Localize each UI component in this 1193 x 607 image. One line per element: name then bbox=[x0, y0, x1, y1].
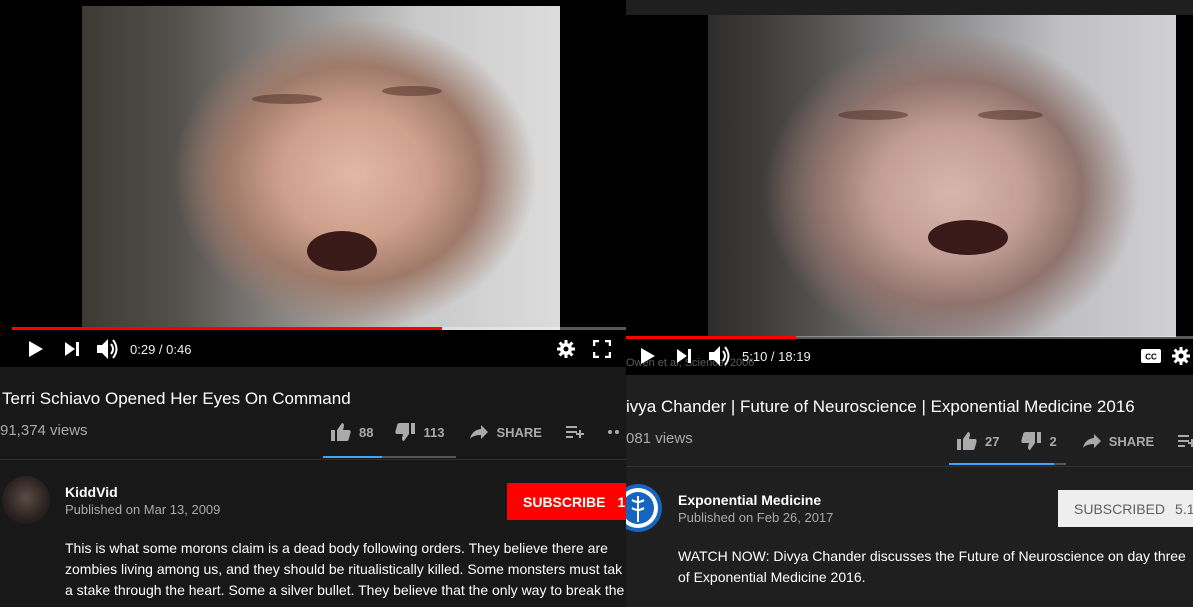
settings-button[interactable] bbox=[1169, 338, 1193, 374]
share-button[interactable]: SHARE bbox=[470, 425, 542, 440]
publish-date: Published on Feb 26, 2017 bbox=[678, 510, 834, 525]
like-count: 27 bbox=[985, 433, 1000, 449]
subscriber-count: 1K bbox=[617, 493, 626, 510]
video-description: WATCH NOW: Divya Chander discusses the F… bbox=[678, 548, 1186, 585]
player-controls: 5:10 / 18:19 CC bbox=[626, 338, 1193, 374]
share-label: SHARE bbox=[1108, 433, 1155, 449]
action-bar: 27 2 SHARE bbox=[957, 432, 1193, 450]
dislike-count: 2 bbox=[1049, 433, 1057, 449]
thumbs-down-icon bbox=[395, 423, 416, 441]
skip-next-icon bbox=[677, 349, 691, 363]
dislike-button[interactable]: 2 bbox=[1021, 432, 1057, 450]
right-video-page: Owen et al, Science, 2006 5:10 / 18:19 C… bbox=[626, 0, 1193, 607]
more-actions-button[interactable] bbox=[607, 430, 626, 434]
share-icon bbox=[1082, 434, 1101, 448]
like-count: 88 bbox=[359, 424, 374, 440]
face-mouth bbox=[928, 220, 1008, 255]
mute-button[interactable] bbox=[90, 331, 126, 367]
avatar[interactable] bbox=[626, 484, 662, 532]
subscribe-label: SUBSCRIBED bbox=[1074, 500, 1166, 517]
more-icon bbox=[607, 430, 619, 434]
next-button[interactable] bbox=[666, 338, 702, 374]
fullscreen-button[interactable] bbox=[584, 331, 620, 367]
sentiment-like-portion bbox=[949, 463, 1055, 465]
sentiment-bar bbox=[323, 456, 456, 458]
thumbs-up-icon bbox=[957, 432, 977, 450]
publish-date: Published on Mar 13, 2009 bbox=[65, 502, 221, 517]
share-icon bbox=[470, 425, 489, 439]
play-icon bbox=[641, 348, 655, 364]
volume-icon bbox=[709, 346, 730, 366]
dislike-count: 113 bbox=[423, 424, 445, 440]
like-button[interactable]: 27 bbox=[957, 432, 999, 450]
play-icon bbox=[29, 341, 43, 357]
progress-bar[interactable] bbox=[12, 327, 626, 330]
captions-icon: CC bbox=[1141, 349, 1161, 363]
progress-played bbox=[12, 327, 442, 330]
divider bbox=[626, 466, 1193, 467]
sentiment-like-portion bbox=[323, 456, 382, 458]
subscriber-count: 5.1K bbox=[1175, 500, 1193, 517]
channel-name[interactable]: KiddVid bbox=[65, 484, 118, 500]
play-button[interactable] bbox=[18, 331, 54, 367]
view-count: 081 views bbox=[626, 430, 693, 447]
svg-text:CC: CC bbox=[1145, 353, 1157, 362]
channel-name[interactable]: Exponential Medicine bbox=[678, 492, 821, 508]
share-label: SHARE bbox=[496, 424, 542, 440]
caduceus-logo-icon bbox=[626, 488, 658, 528]
face-eye bbox=[252, 94, 322, 104]
dislike-button[interactable]: 113 bbox=[395, 423, 444, 441]
next-button[interactable] bbox=[54, 331, 90, 367]
view-count: 91,374 views bbox=[0, 422, 88, 439]
face-eye bbox=[978, 110, 1043, 120]
video-frame bbox=[82, 6, 560, 330]
settings-button[interactable] bbox=[548, 331, 584, 367]
subscribe-button[interactable]: SUBSCRIBED 5.1K bbox=[1058, 490, 1193, 527]
left-video-page: 0:29 / 0:46 Terri Schiavo Opened Her Eye… bbox=[0, 0, 626, 607]
video-frame bbox=[708, 15, 1176, 337]
video-description: This is what some morons claim is a dead… bbox=[65, 540, 625, 598]
avatar[interactable] bbox=[2, 476, 50, 524]
playlist-add-icon bbox=[565, 426, 584, 438]
play-button[interactable] bbox=[630, 338, 666, 374]
playlist-add-icon bbox=[1178, 435, 1193, 447]
captions-button[interactable]: CC bbox=[1133, 338, 1169, 374]
save-to-playlist-button[interactable] bbox=[1178, 434, 1193, 448]
divider bbox=[0, 459, 626, 460]
save-to-playlist-button[interactable] bbox=[565, 425, 592, 439]
action-bar: 88 113 SHARE bbox=[331, 423, 626, 441]
time-display: 0:29 / 0:46 bbox=[130, 341, 192, 357]
subscribe-label: SUBSCRIBE bbox=[523, 493, 606, 510]
share-button[interactable]: SHARE bbox=[1082, 433, 1155, 449]
mute-button[interactable] bbox=[702, 338, 738, 374]
thumbs-up-icon bbox=[331, 423, 351, 441]
video-title: Terri Schiavo Opened Her Eyes On Command bbox=[2, 389, 351, 408]
time-display: 5:10 / 18:19 bbox=[742, 348, 811, 364]
face-eye bbox=[382, 86, 442, 96]
gear-icon bbox=[557, 340, 575, 358]
gear-icon bbox=[1172, 347, 1190, 365]
video-player[interactable]: 0:29 / 0:46 bbox=[0, 0, 626, 367]
player-controls: 0:29 / 0:46 bbox=[0, 331, 626, 367]
volume-icon bbox=[97, 339, 118, 359]
fullscreen-icon bbox=[593, 340, 611, 358]
video-title: ivya Chander | Future of Neuroscience | … bbox=[626, 397, 1135, 416]
thumbs-down-icon bbox=[1021, 432, 1042, 450]
subscribe-button[interactable]: SUBSCRIBE 1K bbox=[507, 483, 626, 520]
sentiment-bar bbox=[949, 463, 1066, 465]
face-eye bbox=[838, 110, 908, 120]
face-mouth bbox=[307, 231, 377, 271]
like-button[interactable]: 88 bbox=[331, 423, 373, 441]
skip-next-icon bbox=[65, 342, 79, 356]
video-player[interactable]: Owen et al, Science, 2006 5:10 / 18:19 C… bbox=[626, 15, 1193, 375]
